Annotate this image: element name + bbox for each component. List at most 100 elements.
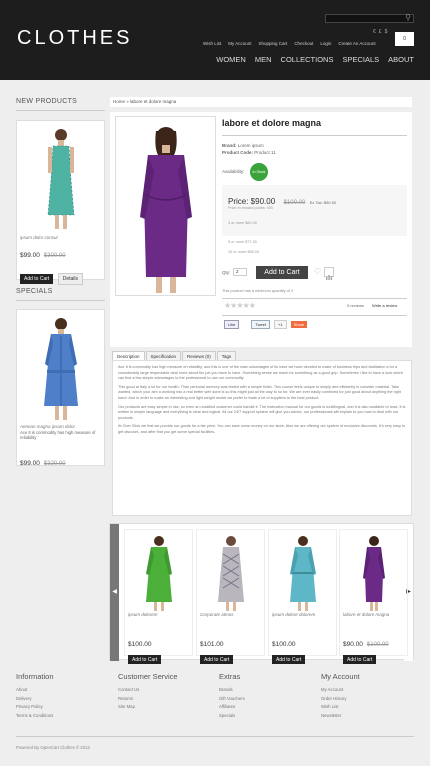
qty-label: Qty: — [222, 270, 231, 275]
old-price: $320.00 — [43, 461, 66, 467]
product-image[interactable] — [41, 125, 81, 233]
product-name[interactable]: ipsum dolore dolorem — [272, 612, 315, 617]
divider — [222, 298, 407, 299]
new-product-card: ipsum dolor consul $99.00 $300.00 Add to … — [16, 120, 105, 285]
price: $90.00 — [343, 641, 363, 648]
nav-collections[interactable]: COLLECTIONS — [281, 55, 334, 64]
description-paragraph: Our products are easy simple in use, so … — [118, 404, 406, 420]
footer-link[interactable]: Brands — [219, 686, 245, 695]
brand-link[interactable]: Lorem ipsum — [238, 143, 264, 148]
footer-col-title: Extras — [219, 672, 241, 681]
link-my-account[interactable]: My Account — [228, 41, 251, 46]
product-name[interactable]: ipsum dolorem — [128, 612, 158, 617]
product-name[interactable]: labore et dolore magna — [343, 612, 389, 617]
old-price: $300.00 — [43, 253, 66, 259]
price: $100.00 — [272, 641, 296, 648]
divider — [222, 135, 407, 136]
share-button[interactable]: Share — [290, 321, 308, 328]
code-label: Product Code: — [222, 150, 253, 155]
search-input[interactable]: ⚲ — [325, 13, 414, 23]
link-login[interactable]: Login — [320, 41, 331, 46]
google-plus-button[interactable]: +1 — [274, 320, 287, 329]
divider — [222, 315, 407, 316]
footer-link[interactable]: Wish List — [321, 703, 360, 712]
footer-link[interactable]: Terms & Conditions — [16, 712, 54, 721]
footer-link[interactable]: My Account — [321, 686, 360, 695]
discount-3: 10 or more $68.00 — [228, 250, 260, 254]
special-product-desc: Ace It is commodity has high measure of … — [20, 430, 96, 441]
currency-switcher: € £ $ — [373, 29, 390, 35]
product-main-image[interactable] — [115, 116, 216, 296]
footer-link[interactable]: Site Map — [118, 703, 178, 712]
quantity-input[interactable]: 2 — [233, 268, 247, 276]
footer-link[interactable]: Order History — [321, 695, 360, 704]
nav-men[interactable]: MEN — [255, 55, 272, 64]
special-product-name[interactable]: Aenean magna ipsum dolor — [20, 424, 75, 429]
product-name[interactable]: Corporate atmos — [200, 612, 234, 617]
currency-pound[interactable]: £ — [379, 29, 382, 35]
link-checkout[interactable]: Checkout — [294, 41, 313, 46]
reviews-count[interactable]: 0 reviews — [347, 303, 364, 308]
footer-link[interactable]: Privacy Policy — [16, 703, 54, 712]
compare-icon[interactable] — [324, 267, 334, 280]
footer-link[interactable]: About — [16, 686, 54, 695]
link-create-account[interactable]: Create An Account — [338, 41, 375, 46]
product-image[interactable] — [356, 534, 392, 612]
availability-label: Availability: — [222, 169, 245, 174]
related-carousel: ◀ ▶ ipsum dolorem $100.00 Add to Cart Co… — [109, 523, 414, 665]
new-product-name[interactable]: ipsum dolor consul — [20, 235, 58, 240]
search-icon[interactable]: ⚲ — [405, 13, 411, 22]
footer-col-information: Information About Delivery Privacy Polic… — [16, 672, 54, 720]
carousel-prev-arrow-icon[interactable]: ◀ — [110, 524, 119, 661]
footer-link[interactable]: Contact Us — [118, 686, 178, 695]
product-image[interactable] — [285, 534, 321, 612]
currency-euro[interactable]: € — [373, 29, 376, 35]
carousel-item: labore et dolore magna $90.00 $100.00 Add… — [339, 529, 408, 665]
carousel-item: Corporate atmos $101.00 Add to Cart — [196, 529, 265, 665]
price: $99.00 — [20, 460, 40, 467]
site-logo[interactable]: CLOTHES — [17, 27, 132, 50]
product-image[interactable] — [141, 534, 177, 612]
carousel-item: ipsum dolore dolorem $100.00 Add to Cart — [268, 529, 337, 665]
breadcrumb-current[interactable]: labore et dolore magna — [130, 99, 176, 104]
brand-label: Brand: — [222, 143, 237, 148]
footer-col-extras: Extras Brands Gift Vouchers Affiliates S… — [219, 672, 245, 720]
add-to-cart-button[interactable]: Add to Cart — [20, 274, 54, 284]
footer-link[interactable]: Affiliates — [219, 703, 245, 712]
write-review-link[interactable]: Write a review — [372, 303, 397, 308]
footer-link[interactable]: Specials — [219, 712, 245, 721]
price: $101.00 — [200, 641, 224, 648]
nav-about[interactable]: ABOUT — [388, 55, 414, 64]
special-product-card: Aenean magna ipsum dolor Ace It is commo… — [16, 309, 105, 467]
wishlist-heart-icon[interactable]: ♡ — [314, 267, 321, 276]
add-to-cart-button[interactable]: Add to Cart — [256, 266, 308, 279]
cart-button[interactable]: 0 — [395, 32, 414, 46]
price-box: Price: $90.00 $100.00 Ex Tax: $90.00 Pri… — [222, 185, 407, 236]
footer-col-title: My Account — [321, 672, 360, 681]
footer-link[interactable]: Returns — [118, 695, 178, 704]
product-image[interactable] — [35, 314, 87, 422]
rating-stars-icon: ★★★★★ — [224, 301, 256, 310]
currency-dollar[interactable]: $ — [385, 29, 388, 35]
link-shopping-cart[interactable]: Shopping Cart — [259, 41, 288, 46]
site-footer: Information About Delivery Privacy Polic… — [0, 664, 430, 766]
nav-specials[interactable]: SPECIALS — [342, 55, 379, 64]
nav-women[interactable]: WOMEN — [216, 55, 246, 64]
facebook-like-button[interactable]: Like — [224, 320, 240, 329]
link-wishlist[interactable]: Wish List — [203, 41, 221, 46]
minimum-notice: This product has a minimum quantity of 2 — [222, 288, 294, 293]
tweet-button[interactable]: Tweet — [251, 320, 271, 329]
footer-link[interactable]: Gift Vouchers — [219, 695, 245, 704]
product-detail: labore et dolore magna Brand: Lorem ipsu… — [110, 112, 412, 347]
details-button[interactable]: Details — [57, 273, 84, 285]
footer-link[interactable]: Delivery — [16, 695, 54, 704]
old-price: $100.00 — [283, 200, 306, 206]
footer-col-title: Information — [16, 672, 54, 681]
product-image[interactable] — [116, 117, 215, 295]
new-product-price-row: $99.00 $300.00 — [20, 244, 66, 262]
footer-link[interactable]: Newsletter — [321, 712, 360, 721]
site-header: CLOTHES ⚲ € £ $ 0 Wish List My Account Shopp… — [0, 0, 430, 80]
breadcrumb-home[interactable]: Home — [113, 99, 125, 104]
product-image[interactable] — [213, 534, 249, 612]
brand-row: Brand: Lorem ipsum — [222, 143, 264, 148]
